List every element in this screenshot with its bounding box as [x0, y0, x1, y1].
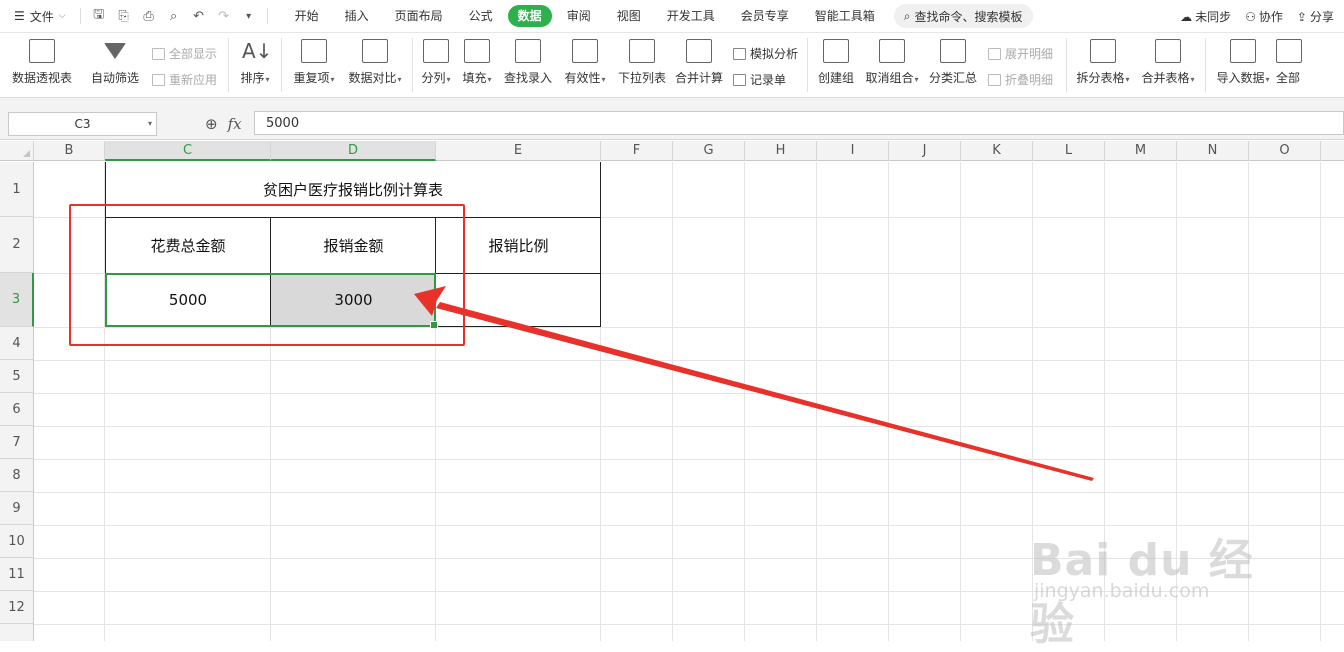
- watermark-url: jingyan.baidu.com: [1034, 580, 1210, 602]
- baidu-watermark: Bai du 经验 jingyan.baidu.com: [1030, 520, 1280, 650]
